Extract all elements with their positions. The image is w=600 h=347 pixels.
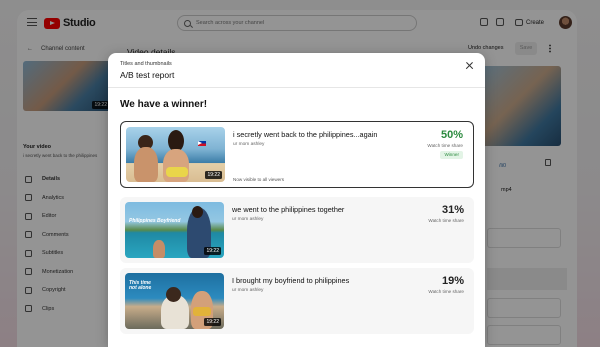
thumbnail-overlay-text: Philippines Boyfriend [129,218,181,224]
variant-title: i secretly went back to the philippines.… [233,130,378,139]
variant-channel: ur mom ashley [232,288,264,293]
dialog-title: A/B test report [120,70,175,80]
dialog-subtitle: Titles and thumbnails [120,61,172,67]
watch-time-share-label: Watch time share [428,218,464,223]
close-icon[interactable] [465,61,474,70]
variant-card[interactable]: This time not alone 19:22 I brought my b… [120,268,474,334]
watch-time-share-percent: 31% [441,204,464,216]
watch-time-share-percent: 19% [441,275,464,287]
variant-card-winner[interactable]: 19:22 i secretly went back to the philip… [120,121,474,188]
variant-channel: ur mom ashley [232,217,264,222]
variant-title: I brought my boyfriend to philippines [232,276,350,285]
result-heading: We have a winner! [120,99,208,110]
ab-test-report-dialog: Titles and thumbnails A/B test report We… [108,53,485,347]
variant-channel: ur mom ashley [233,142,265,147]
thumbnail-duration: 19:22 [204,318,221,326]
thumbnail-overlay-text: This time not alone [129,280,152,292]
divider [108,87,485,88]
visibility-note: Now visible to all viewers [233,177,285,182]
variant-card[interactable]: Philippines Boyfriend 19:22 we went to t… [120,197,474,263]
variant-title: we went to the philippines together [232,205,345,214]
watch-time-share-label: Watch time share [427,143,463,148]
watch-time-share-label: Watch time share [428,289,464,294]
thumbnail-duration: 19:22 [204,247,221,255]
watch-time-share-percent: 50% [440,129,463,141]
philippines-flag-icon [198,141,206,146]
variant-thumbnail: This time not alone 19:22 [125,273,224,329]
variant-thumbnail: 19:22 [126,127,225,182]
variant-thumbnail: Philippines Boyfriend 19:22 [125,202,224,258]
winner-badge: Winner [440,151,463,159]
thumbnail-duration: 19:22 [205,171,222,179]
